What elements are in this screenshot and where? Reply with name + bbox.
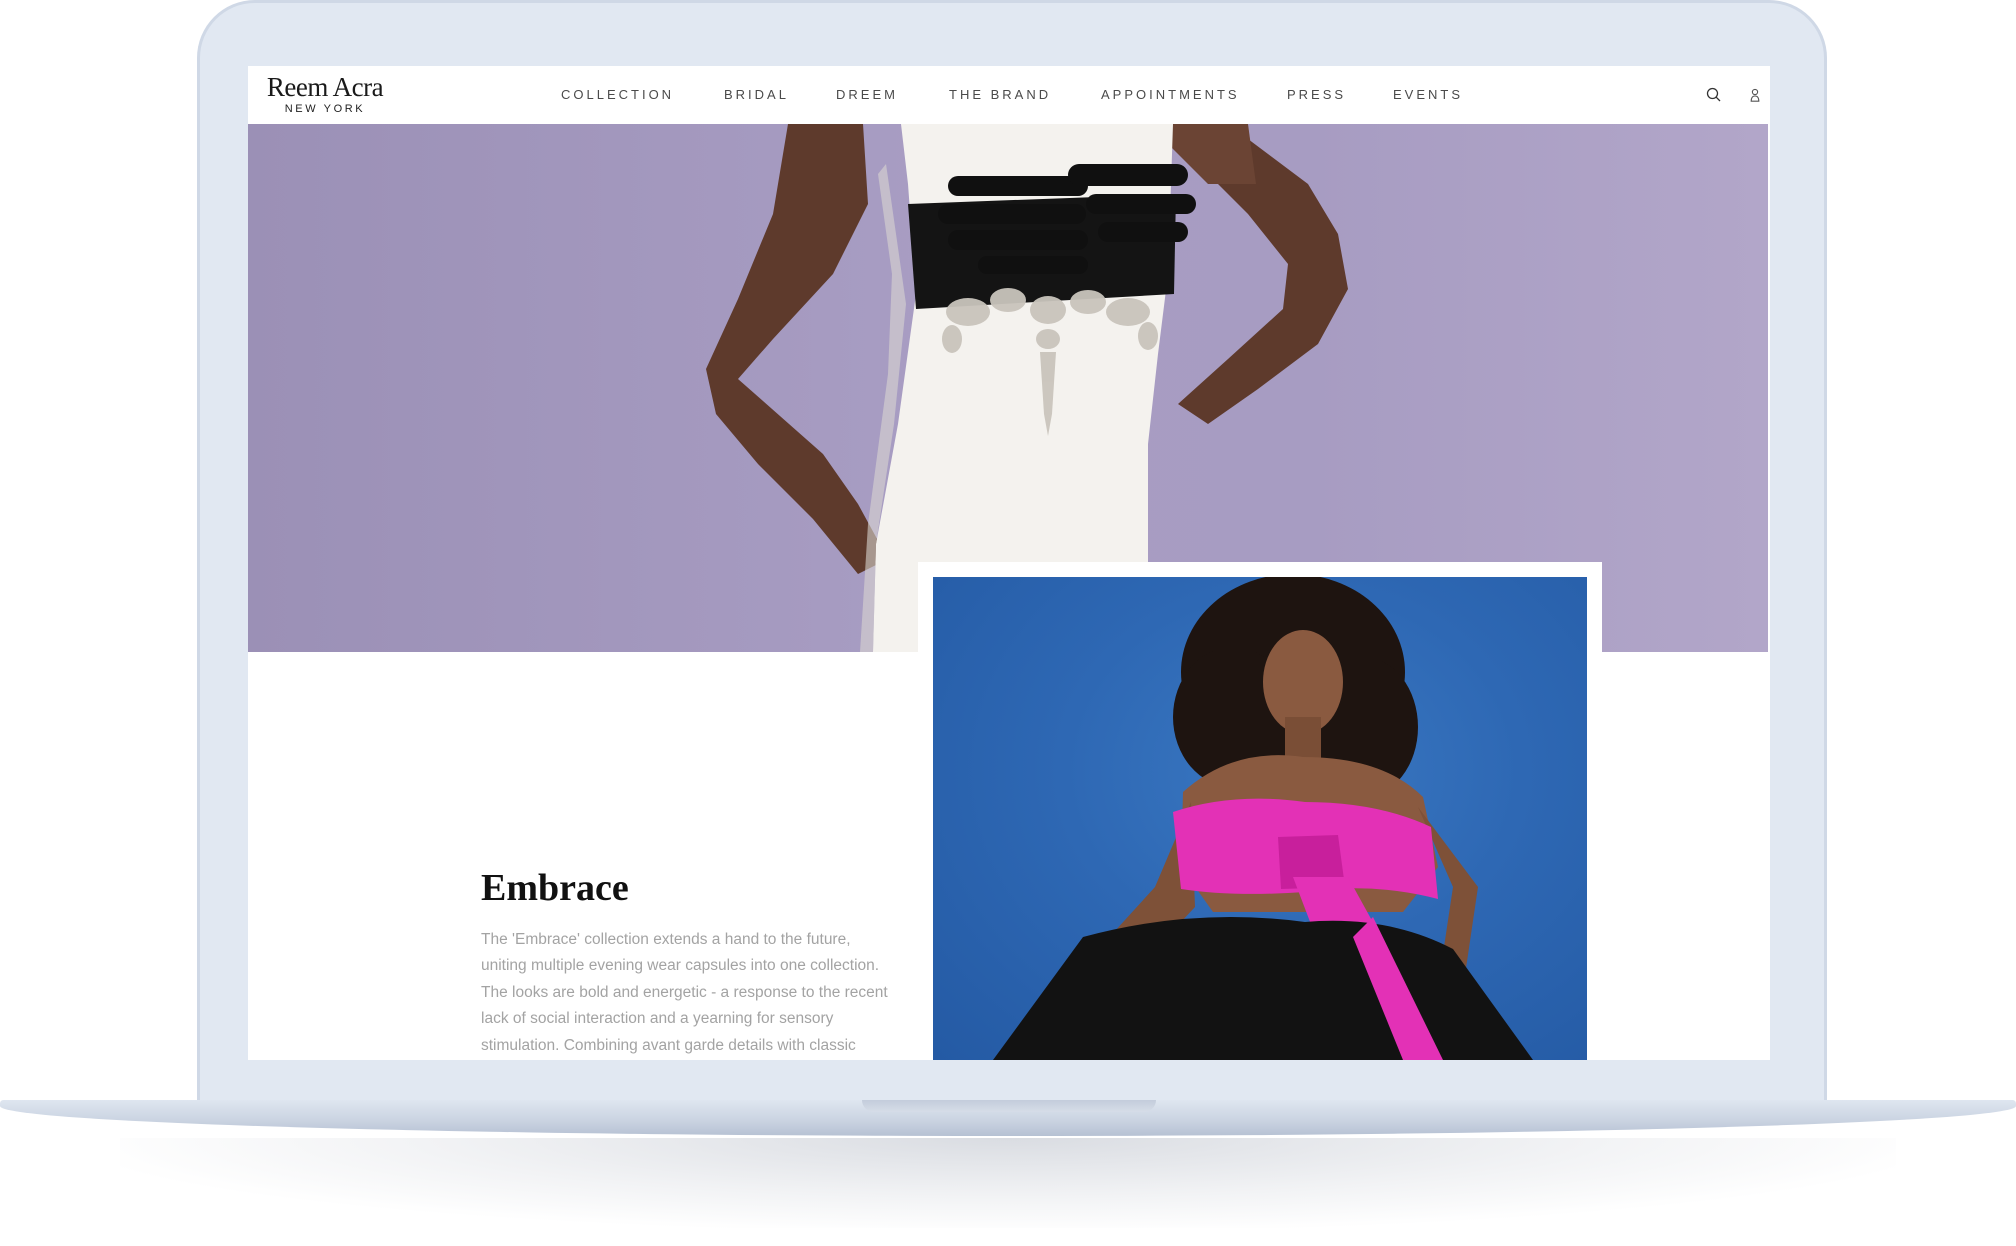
browser-viewport: Reem Acra NEW YORK COLLECTION BRIDAL DRE… — [248, 66, 1770, 1060]
site-header: Reem Acra NEW YORK COLLECTION BRIDAL DRE… — [248, 66, 1770, 124]
nav-item-bridal[interactable]: BRIDAL — [724, 87, 789, 102]
feature-illustration — [993, 577, 1533, 1060]
feature-image[interactable] — [933, 577, 1587, 1060]
nav-item-collection[interactable]: COLLECTION — [561, 87, 674, 102]
nav-item-press[interactable]: PRESS — [1287, 87, 1346, 102]
user-icon[interactable] — [1746, 86, 1764, 104]
nav-item-appointments[interactable]: APPOINTMENTS — [1101, 87, 1240, 102]
collection-title: Embrace — [481, 866, 629, 909]
laptop-shadow — [120, 1138, 1896, 1228]
search-icon[interactable] — [1705, 86, 1723, 104]
laptop-notch — [862, 1100, 1156, 1112]
nav-item-the-brand[interactable]: THE BRAND — [949, 87, 1051, 102]
main-nav: COLLECTION BRIDAL DREEM THE BRAND APPOIN… — [248, 87, 1770, 105]
collection-description: The 'Embrace' collection extends a hand … — [481, 930, 888, 1054]
nav-item-dreem[interactable]: DREEM — [836, 87, 898, 102]
nav-item-events[interactable]: EVENTS — [1393, 87, 1463, 102]
